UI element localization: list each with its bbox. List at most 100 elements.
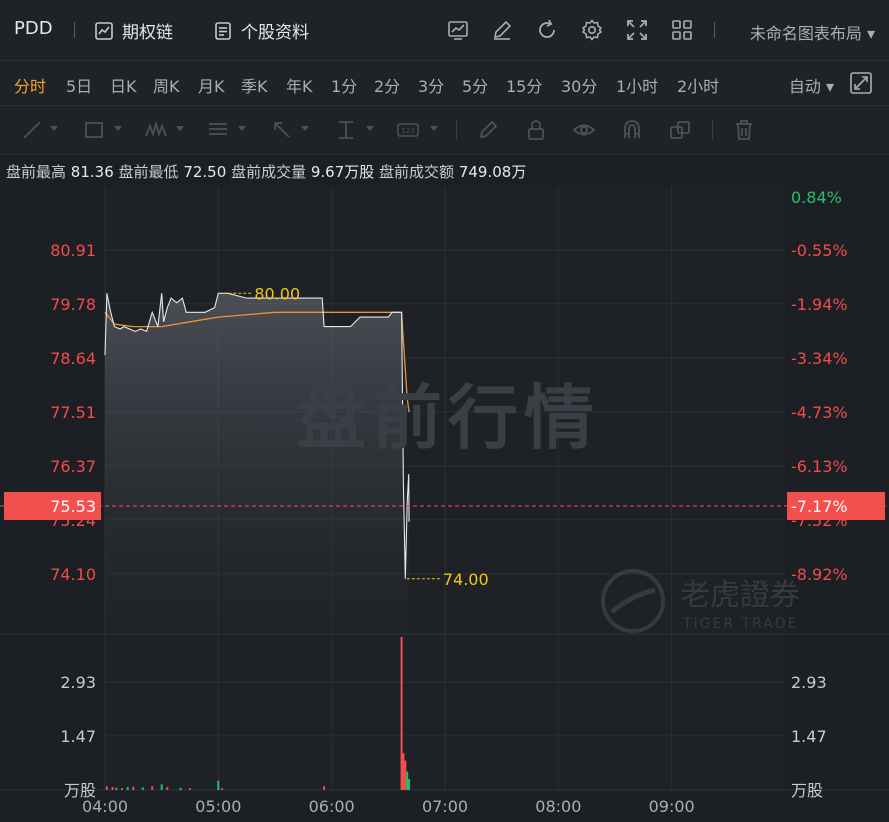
price-tick-label: 77.51 <box>50 403 96 422</box>
timeframe-15min[interactable]: 15分 <box>506 73 542 97</box>
timeframe-week[interactable]: 周K <box>153 73 180 97</box>
timeframe-30min[interactable]: 30分 <box>561 73 597 97</box>
layout-name: 未命名图表布局 <box>749 24 862 43</box>
trendline-tool-icon[interactable] <box>20 118 44 142</box>
volume-unit-right: 万股 <box>791 781 823 800</box>
layout-select[interactable]: 未命名图表布局 ▾ <box>750 20 875 44</box>
options-chain-label: 期权链 <box>122 23 173 43</box>
divider <box>456 120 457 140</box>
price-tick-label: 80.91 <box>50 241 96 260</box>
expand-icon[interactable] <box>849 71 873 95</box>
premarket-info: 盘前最高 81.36 盘前最低 72.50 盘前成交量 9.67万股 盘前成交额… <box>6 161 526 182</box>
options-chain-button[interactable]: 期权链 <box>94 18 173 43</box>
timeframe-5d[interactable]: 5日 <box>66 73 92 97</box>
percent-tick-label: -1.94% <box>791 295 848 314</box>
timeframe-1d-intraday[interactable]: 分时 <box>14 73 46 97</box>
stock-profile-label: 个股资料 <box>241 23 309 43</box>
current-pct-tag: -7.17% <box>791 497 848 516</box>
price-label-tool-icon[interactable]: 123 <box>396 118 420 142</box>
volume-bar <box>402 753 405 790</box>
volume-tick-label-left: 2.93 <box>60 673 96 692</box>
timeframe-quarter[interactable]: 季K <box>241 73 268 97</box>
timeframe-bar: 分时 5日 日K 周K 月K 季K 年K 1分 2分 3分 5分 15分 30分… <box>0 61 889 106</box>
premarket-high-value: 81.36 <box>70 163 114 181</box>
current-price-tag: 75.53 <box>50 497 96 516</box>
eye-icon[interactable] <box>572 118 596 142</box>
time-tick-label: 05:00 <box>195 797 241 816</box>
volume-tick-label-right: 1.47 <box>791 727 827 746</box>
percent-tick-label: -0.55% <box>791 241 848 260</box>
volume-bar <box>217 780 220 790</box>
percent-tick-label: -8.92% <box>791 565 848 584</box>
timeframe-month[interactable]: 月K <box>198 73 225 97</box>
premarket-turnover-label: 盘前成交额 <box>379 163 455 181</box>
timeframe-1min[interactable]: 1分 <box>331 73 357 97</box>
volume-bar <box>111 787 114 790</box>
volume-bar <box>323 786 326 790</box>
caret-down-icon <box>114 126 122 131</box>
volume-bar <box>406 771 409 790</box>
volume-bar <box>408 778 411 790</box>
caret-down-icon <box>430 126 438 131</box>
magnet-icon[interactable] <box>620 118 644 142</box>
percent-tick-label: -4.73% <box>791 403 848 422</box>
volume-bar <box>141 787 144 790</box>
volume-tick-label-left: 1.47 <box>60 727 96 746</box>
divider <box>712 120 713 140</box>
timeframe-2min[interactable]: 2分 <box>374 73 400 97</box>
caret-down-icon <box>50 126 58 131</box>
fullscreen-icon[interactable] <box>625 18 649 42</box>
timeframe-2hour[interactable]: 2小时 <box>677 73 719 97</box>
time-tick-label: 09:00 <box>649 797 695 816</box>
wave-pattern-tool-icon[interactable] <box>144 118 168 142</box>
price-tick-label: 74.10 <box>50 565 96 584</box>
high-marker-label: 80.00 <box>254 284 300 303</box>
timeframe-day[interactable]: 日K <box>110 73 137 97</box>
volume-bar <box>221 788 224 790</box>
timeframe-3min[interactable]: 3分 <box>418 73 444 97</box>
price-tick-label: 79.78 <box>50 295 96 314</box>
caret-down-icon: ▾ <box>866 24 875 43</box>
document-icon <box>215 21 231 40</box>
volume-unit-left: 万股 <box>64 781 96 800</box>
timeframe-5min[interactable]: 5分 <box>462 73 488 97</box>
brand-name-cn: 老虎證券 <box>680 578 800 613</box>
refresh-icon[interactable] <box>535 18 559 42</box>
volume-bar <box>166 787 169 790</box>
premarket-low-value: 72.50 <box>183 163 227 181</box>
measure-tool-icon[interactable] <box>334 118 358 142</box>
settings-gear-icon[interactable] <box>580 18 604 42</box>
percent-tick-label: 0.84% <box>791 188 842 207</box>
fibonacci-tool-icon[interactable] <box>206 118 230 142</box>
caret-down-icon: ▾ <box>825 77 834 96</box>
pencil-icon[interactable] <box>476 118 500 142</box>
grid-layout-icon[interactable] <box>670 18 694 42</box>
scale-mode-select[interactable]: 自动 ▾ <box>789 73 834 97</box>
volume-bar <box>105 786 108 790</box>
volume-bar <box>189 788 191 790</box>
rectangle-tool-icon[interactable] <box>82 118 106 142</box>
volume-bar <box>400 637 403 790</box>
draw-edit-icon[interactable] <box>490 18 514 42</box>
intraday-chart[interactable]: 80.00 74.00 老虎證券 TIGER TRADE 80.91 79.78 78… <box>0 186 889 822</box>
divider <box>74 22 75 38</box>
premarket-volume-value: 9.67万股 <box>310 163 375 181</box>
trash-icon[interactable] <box>732 118 756 142</box>
premarket-turnover-value: 749.08万 <box>458 163 527 181</box>
volume-bar <box>179 787 182 790</box>
premarket-watermark: 盘前行情 <box>296 377 600 459</box>
volume-bar <box>151 786 154 790</box>
timeframe-year[interactable]: 年K <box>286 73 313 97</box>
indicator-icon[interactable] <box>446 18 470 42</box>
percent-tick-label: -6.13% <box>791 457 848 476</box>
premarket-low-label: 盘前最低 <box>118 163 179 181</box>
timeframe-1hour[interactable]: 1小时 <box>616 73 658 97</box>
arrow-tool-icon[interactable] <box>270 118 294 142</box>
stock-profile-button[interactable]: 个股资料 <box>213 18 309 43</box>
lock-icon[interactable] <box>524 118 548 142</box>
copy-icon[interactable] <box>668 118 692 142</box>
price-tick-label: 78.64 <box>50 349 96 368</box>
caret-down-icon <box>176 126 184 131</box>
symbol-label[interactable]: PDD <box>14 18 53 39</box>
scale-mode-label: 自动 <box>788 77 821 96</box>
